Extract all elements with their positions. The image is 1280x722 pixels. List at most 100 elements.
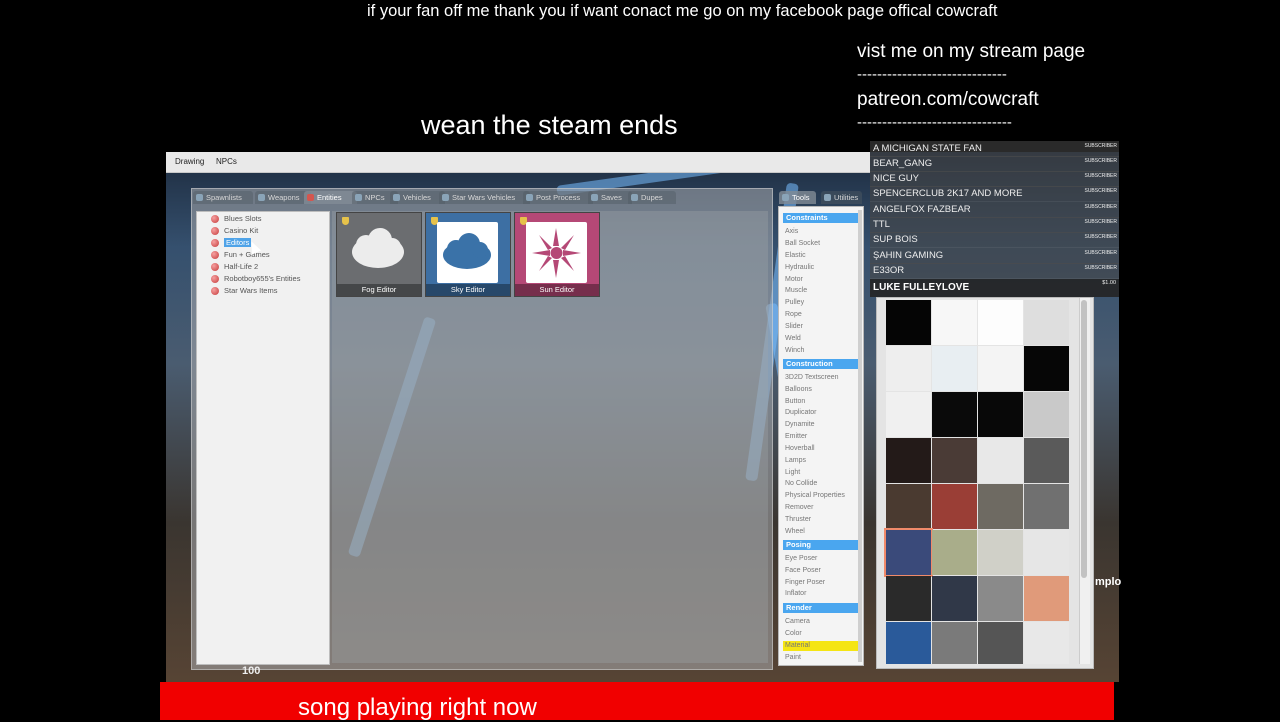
tool-item[interactable]: Light xyxy=(785,468,800,478)
tool-item[interactable]: Winch xyxy=(785,346,804,356)
sky-card xyxy=(437,222,498,283)
tree-item-editors[interactable]: Editors xyxy=(211,238,252,248)
sky-editor-tile[interactable]: Sky Editor xyxy=(425,212,511,297)
tool-item-selected[interactable]: Material xyxy=(783,641,858,651)
tab-entities[interactable]: Entities xyxy=(304,191,357,204)
material-swatch[interactable] xyxy=(886,346,931,391)
material-swatch[interactable] xyxy=(978,576,1023,621)
tool-item[interactable]: Thruster xyxy=(785,515,811,525)
material-swatch[interactable] xyxy=(932,346,977,391)
material-swatch[interactable] xyxy=(1024,392,1069,437)
tool-item[interactable]: Hoverball xyxy=(785,444,815,454)
tab-weapons[interactable]: Weapons xyxy=(255,191,311,204)
tree-item-fun-games[interactable]: Fun + Games xyxy=(211,250,270,260)
material-swatch[interactable] xyxy=(886,576,931,621)
material-swatch[interactable] xyxy=(886,622,931,664)
tool-item[interactable]: Slider xyxy=(785,322,803,332)
sun-icon xyxy=(532,228,581,278)
tab-saves[interactable]: Saves xyxy=(588,191,632,204)
tool-item[interactable]: Pulley xyxy=(785,298,804,308)
tool-item[interactable]: Ball Socket xyxy=(785,239,820,249)
tool-item[interactable]: Color xyxy=(785,629,802,639)
material-swatch[interactable] xyxy=(1024,300,1069,345)
tree-item-half-life-2[interactable]: Half-Life 2 xyxy=(211,262,258,272)
material-swatch[interactable] xyxy=(886,438,931,483)
material-swatch[interactable] xyxy=(978,346,1023,391)
category-icon xyxy=(211,227,219,235)
category-icon xyxy=(211,239,219,247)
material-swatch[interactable] xyxy=(978,622,1023,664)
material-swatch[interactable] xyxy=(978,438,1023,483)
material-swatch[interactable] xyxy=(932,576,977,621)
material-swatch[interactable] xyxy=(932,622,977,664)
material-swatch[interactable] xyxy=(1024,530,1069,575)
category-icon xyxy=(211,251,219,259)
category-posing[interactable]: Posing xyxy=(783,540,858,550)
tab-vehicles[interactable]: Vehicles xyxy=(390,191,445,204)
tool-item[interactable]: No Collide xyxy=(785,479,817,489)
tab-post-process[interactable]: Post Process xyxy=(523,191,593,204)
sun-editor-tile[interactable]: Sun Editor xyxy=(514,212,600,297)
material-swatch[interactable] xyxy=(932,530,977,575)
material-swatch[interactable] xyxy=(932,484,977,529)
material-swatch[interactable] xyxy=(978,392,1023,437)
tool-item[interactable]: Remover xyxy=(785,503,813,513)
tree-item-star-wars-items[interactable]: Star Wars Items xyxy=(211,286,277,296)
tab-utilities[interactable]: Utilities xyxy=(821,191,862,204)
tool-item[interactable]: Emitter xyxy=(785,432,807,442)
material-swatch[interactable] xyxy=(1024,438,1069,483)
donor-name: LUKE FULLEYLOVE xyxy=(873,282,970,293)
material-swatch[interactable] xyxy=(886,484,931,529)
tool-item[interactable]: Axis xyxy=(785,227,798,237)
tool-item[interactable]: Wheel xyxy=(785,527,805,537)
tool-item[interactable]: Camera xyxy=(785,617,810,627)
tool-item[interactable]: Finger Poser xyxy=(785,578,825,588)
tab-star-wars-vehicles[interactable]: Star Wars Vehicles xyxy=(439,191,530,204)
material-swatch[interactable] xyxy=(932,438,977,483)
tool-item[interactable]: Paint xyxy=(785,653,801,663)
material-swatch[interactable] xyxy=(886,392,931,437)
menu-drawing[interactable]: Drawing xyxy=(175,157,204,166)
menu-npcs[interactable]: NPCs xyxy=(216,157,237,166)
material-swatch[interactable] xyxy=(1024,484,1069,529)
tool-item[interactable]: Muscle xyxy=(785,286,807,296)
tool-item[interactable]: Inflator xyxy=(785,589,806,599)
material-swatch-selected[interactable] xyxy=(884,528,933,577)
tool-item[interactable]: Balloons xyxy=(785,385,812,395)
tool-item[interactable]: Dynamite xyxy=(785,420,815,430)
category-constraints[interactable]: Constraints xyxy=(783,213,858,223)
tool-item[interactable]: Duplicator xyxy=(785,408,817,418)
tool-item[interactable]: Elastic xyxy=(785,251,806,261)
material-swatch[interactable] xyxy=(1024,346,1069,391)
tool-item[interactable]: Face Poser xyxy=(785,566,821,576)
category-render[interactable]: Render xyxy=(783,603,858,613)
tool-item[interactable]: Button xyxy=(785,397,805,407)
tab-dupes[interactable]: Dupes xyxy=(628,191,676,204)
tree-item-casino-kit[interactable]: Casino Kit xyxy=(211,226,258,236)
tool-item[interactable]: Eye Poser xyxy=(785,554,817,564)
tree-item-blues-slots[interactable]: Blues Slots xyxy=(211,214,262,224)
tool-item[interactable]: Rope xyxy=(785,310,802,320)
material-swatch[interactable] xyxy=(886,300,931,345)
material-swatch[interactable] xyxy=(978,300,1023,345)
tool-item[interactable]: Motor xyxy=(785,275,803,285)
material-swatch[interactable] xyxy=(1024,576,1069,621)
tool-item[interactable]: Physical Properties xyxy=(785,491,845,501)
tool-item[interactable]: Weld xyxy=(785,334,801,344)
material-scroll-thumb[interactable] xyxy=(1081,300,1087,578)
fog-editor-tile[interactable]: Fog Editor xyxy=(336,212,422,297)
tools-scrollbar[interactable] xyxy=(858,210,862,662)
tool-item[interactable]: 3D2D Textscreen xyxy=(785,373,839,383)
weapon-icon xyxy=(258,194,265,201)
material-swatch[interactable] xyxy=(978,484,1023,529)
tab-tools[interactable]: Tools xyxy=(779,191,816,204)
material-swatch[interactable] xyxy=(932,300,977,345)
material-swatch[interactable] xyxy=(932,392,977,437)
material-swatch[interactable] xyxy=(978,530,1023,575)
tool-item[interactable]: Lamps xyxy=(785,456,806,466)
material-swatch[interactable] xyxy=(1024,622,1069,664)
tool-item[interactable]: Hydraulic xyxy=(785,263,814,273)
tree-item-robotboy-entities[interactable]: Robotboy655's Entities xyxy=(211,274,300,284)
tab-spawnlists[interactable]: Spawnlists xyxy=(193,191,253,204)
category-construction[interactable]: Construction xyxy=(783,359,858,369)
